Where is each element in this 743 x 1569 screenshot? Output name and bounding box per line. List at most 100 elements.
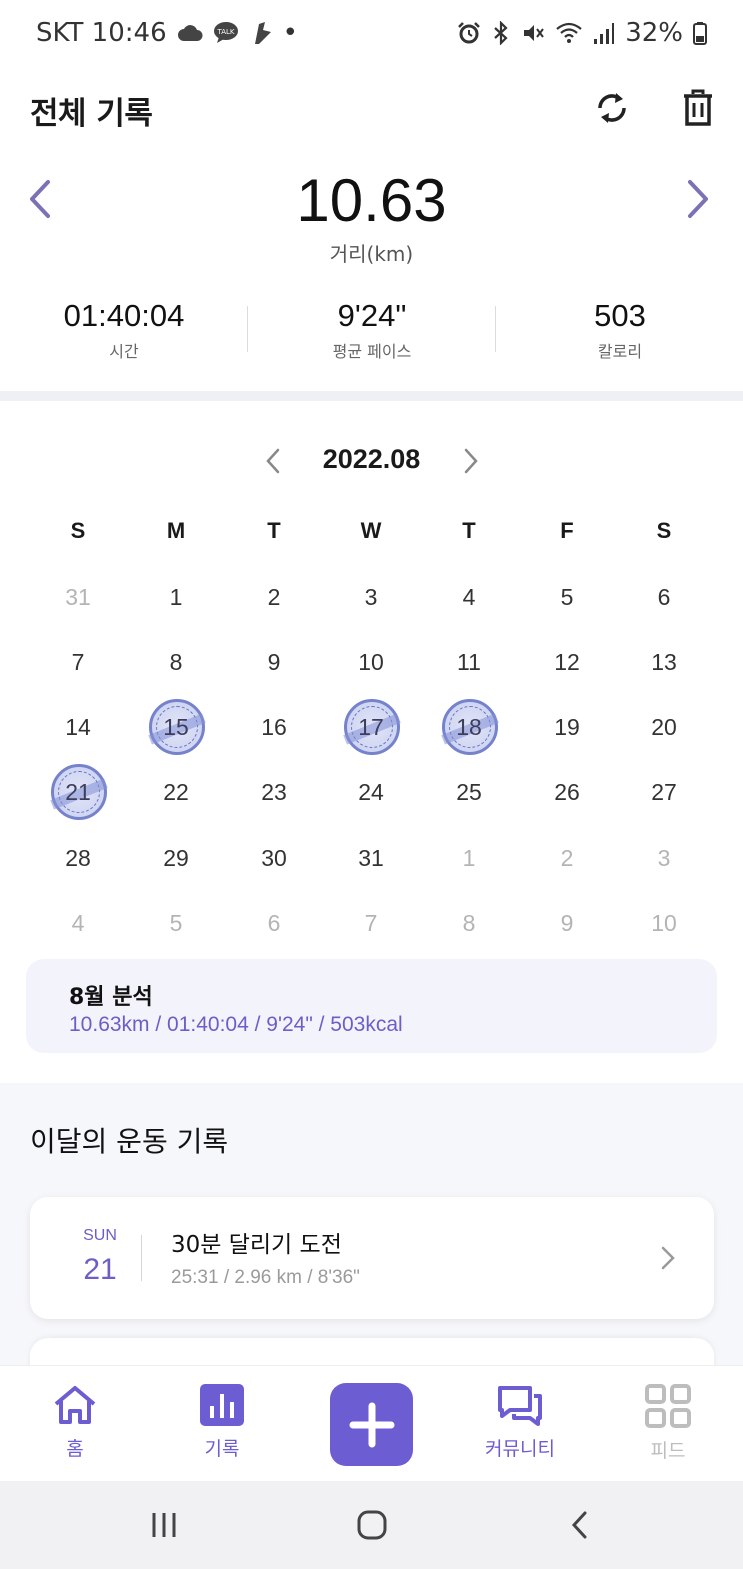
nav-community-label: 커뮤니티 <box>485 1438 555 1460</box>
calendar-day[interactable]: 7 <box>322 898 420 948</box>
calendar-day[interactable]: 2 <box>225 572 323 622</box>
cloud-icon <box>177 25 203 41</box>
calendar-day[interactable]: 11 <box>420 637 518 687</box>
calendar-day-number: 10 <box>358 649 384 675</box>
calendar-day[interactable]: 8 <box>127 637 225 687</box>
calendar-day-number: 31 <box>65 584 91 610</box>
calendar-day[interactable]: 7 <box>29 637 127 687</box>
calendar-day[interactable]: 30 <box>225 833 323 883</box>
nav-home[interactable]: 홈 <box>25 1384 125 1461</box>
calendar-day-number: 26 <box>554 779 580 805</box>
calendar-day-number: 6 <box>267 910 281 936</box>
stat-time-label: 시간 <box>109 342 139 361</box>
plus-icon <box>349 1402 394 1447</box>
calendar-day[interactable]: 10 <box>615 898 713 948</box>
next-month-arrow[interactable] <box>458 446 482 476</box>
trash-icon <box>684 89 712 126</box>
stat-pace: 9'24" 평균 페이스 <box>248 298 496 362</box>
calendar-day-number: 2 <box>267 584 281 610</box>
chevron-right-icon <box>661 1246 675 1270</box>
calendar-day[interactable]: 13 <box>615 637 713 687</box>
calendar-day-number: 3 <box>657 845 671 871</box>
add-button[interactable] <box>330 1383 413 1466</box>
calendar-day[interactable]: 31 <box>29 572 127 622</box>
calendar-day-number: 3 <box>364 584 378 610</box>
nav-records-label: 기록 <box>204 1438 240 1460</box>
calendar-day-number: 10 <box>651 910 677 936</box>
calendar-day[interactable]: 29 <box>127 833 225 883</box>
calendar-day-number: 24 <box>358 779 384 805</box>
home-circle-icon <box>357 1510 387 1540</box>
weekday-header: S <box>656 518 672 543</box>
back-button[interactable] <box>557 1503 603 1547</box>
calendar-day[interactable]: 8 <box>420 898 518 948</box>
nav-records[interactable]: 기록 <box>172 1384 272 1461</box>
calendar-day[interactable]: 25 <box>420 767 518 817</box>
calendar-day[interactable]: 3 <box>322 572 420 622</box>
calendar-day[interactable]: 3 <box>615 833 713 883</box>
records-title: 이달의 운동 기록 <box>30 1125 229 1158</box>
calendar-day[interactable]: 14 <box>29 702 127 752</box>
mute-icon <box>524 25 545 41</box>
calendar-day[interactable]: 19 <box>518 702 616 752</box>
stat-time: 01:40:04 시간 <box>0 298 248 362</box>
kakaotalk-icon: TALK <box>213 22 238 43</box>
month-analysis-card: 8월 분석 10.63km / 01:40:04 / 9'24" / 503kc… <box>26 959 717 1053</box>
record-card[interactable]: SUN 21 30분 달리기 도전 25:31 / 2.96 km / 8'36… <box>30 1197 714 1319</box>
calendar-day[interactable]: 24 <box>322 767 420 817</box>
calendar-day-number: 6 <box>657 584 671 610</box>
calendar-day-number: 28 <box>65 845 91 871</box>
calendar-day-number: 27 <box>651 779 677 805</box>
calendar-day[interactable]: 22 <box>127 767 225 817</box>
refresh-button[interactable] <box>590 86 634 130</box>
calendar-day[interactable]: 31 <box>322 833 420 883</box>
calendar-day[interactable]: 1 <box>420 833 518 883</box>
calendar-day[interactable]: 20 <box>615 702 713 752</box>
calendar-day-number: 19 <box>554 714 580 740</box>
calendar-day-completed[interactable]: 17 <box>322 699 420 755</box>
calendar-day[interactable]: 5 <box>127 898 225 948</box>
calendar-day[interactable]: 16 <box>225 702 323 752</box>
calendar-day[interactable]: 23 <box>225 767 323 817</box>
carrier-time: SKT 10:46 <box>36 18 167 48</box>
record-divider <box>141 1235 142 1281</box>
calendar-day[interactable]: 9 <box>225 637 323 687</box>
home-system-button[interactable] <box>349 1503 395 1547</box>
calendar-day-number: 15 <box>163 714 189 740</box>
calendar-day-number: 7 <box>71 649 85 675</box>
calendar-day[interactable]: 1 <box>127 572 225 622</box>
calendar-day-number: 4 <box>462 584 476 610</box>
calendar-day[interactable]: 10 <box>322 637 420 687</box>
calendar-day[interactable]: 27 <box>615 767 713 817</box>
calendar-day[interactable]: 12 <box>518 637 616 687</box>
calendar-day-number: 7 <box>364 910 378 936</box>
calendar-day-completed[interactable]: 15 <box>127 699 225 755</box>
delete-button[interactable] <box>676 86 720 130</box>
calendar-day[interactable]: 4 <box>29 898 127 948</box>
calendar-day-number: 22 <box>163 779 189 805</box>
calendar-day-number: 12 <box>554 649 580 675</box>
recent-apps-button[interactable] <box>141 1503 187 1547</box>
weekday-header: T <box>462 518 476 543</box>
record-meta: 25:31 / 2.96 km / 8'36" <box>171 1267 360 1288</box>
calendar-day[interactable]: 6 <box>615 572 713 622</box>
calendar-day[interactable]: 28 <box>29 833 127 883</box>
calendar-day-completed[interactable]: 18 <box>420 699 518 755</box>
calendar-day-number: 8 <box>169 649 183 675</box>
calendar-day-completed[interactable]: 21 <box>29 764 127 820</box>
recent-apps-icon <box>152 1513 176 1537</box>
calendar-day[interactable]: 26 <box>518 767 616 817</box>
nav-feed[interactable]: 피드 <box>618 1384 718 1463</box>
calendar-day-number: 2 <box>560 845 574 871</box>
nav-community[interactable]: 커뮤니티 <box>470 1384 570 1461</box>
total-distance-label: 거리(km) <box>329 242 414 266</box>
calendar-day-number: 9 <box>560 910 574 936</box>
calendar-month: 2022.08 <box>322 444 421 474</box>
calendar-day[interactable]: 2 <box>518 833 616 883</box>
calendar-day[interactable]: 6 <box>225 898 323 948</box>
wifi-icon <box>556 22 582 43</box>
calendar-day[interactable]: 5 <box>518 572 616 622</box>
battery-text: 32% <box>625 18 683 48</box>
calendar-day[interactable]: 4 <box>420 572 518 622</box>
calendar-day[interactable]: 9 <box>518 898 616 948</box>
